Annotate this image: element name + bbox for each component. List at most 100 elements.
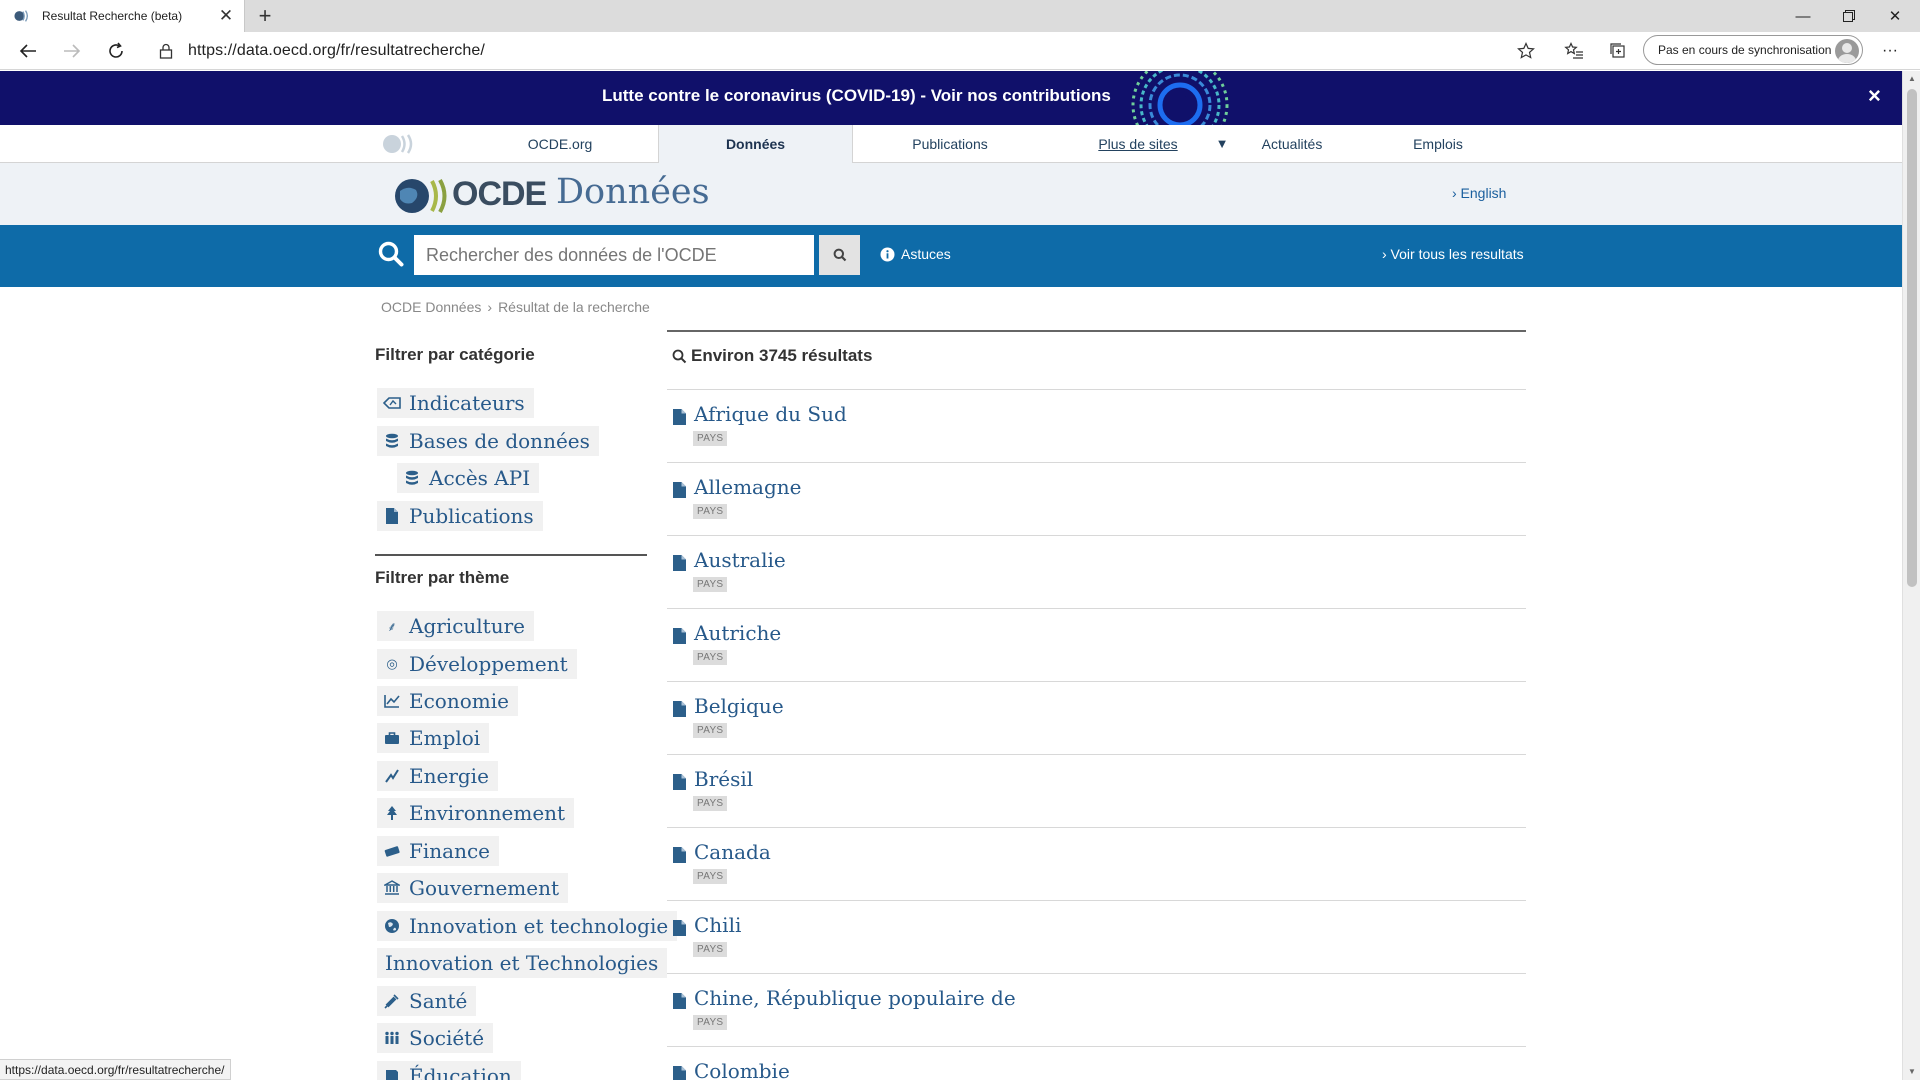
theme-societe-label: Société [409,1026,485,1050]
tips-label: Astuces [901,246,951,262]
theme-emploi[interactable]: Emploi [377,723,490,753]
oecd-mini-logo-icon[interactable] [380,125,420,163]
theme-societe[interactable]: Société [377,1023,494,1053]
document-icon [673,917,686,936]
globe-hands-icon: ◎ [386,656,398,672]
back-icon[interactable] [14,37,42,65]
address-bar: https://data.oecd.org/fr/resultatrecherc… [0,32,1920,70]
result-title-link[interactable]: Autriche [673,621,781,645]
document-icon [673,406,686,425]
theme-energie[interactable]: Energie [377,761,498,791]
new-tab-icon[interactable]: + [252,3,278,29]
result-title-link[interactable]: Afrique du Sud [673,402,847,426]
result-title-link[interactable]: Belgique [673,694,784,718]
scroll-down-arrow-icon[interactable]: ▼ [1903,1064,1920,1080]
nav-publications[interactable]: Publications [890,125,1010,163]
filter-acces-api[interactable]: Accès API [397,463,540,493]
search-icon [378,241,404,267]
result-title-link[interactable]: Canada [673,840,771,864]
search-input[interactable] [414,235,814,275]
oecd-globe-logo-icon[interactable] [394,177,454,215]
breadcrumb-root[interactable]: OCDE Données [381,299,481,315]
result-title: Autriche [694,621,782,645]
nav-actualites[interactable]: Actualités [1232,125,1352,163]
nav-donnees[interactable]: Données [658,125,853,164]
theme-finance[interactable]: Finance [377,836,499,866]
result-title-link[interactable]: Brésil [673,767,753,791]
english-language-link[interactable]: › English [1452,185,1506,201]
brand-header: OCDE Données › English [0,163,1902,225]
scrollbar-thumb[interactable] [1907,89,1917,587]
scroll-up-arrow-icon[interactable]: ▲ [1903,71,1920,87]
theme-sante[interactable]: Santé [377,986,477,1016]
result-type-badge: PAYS [693,869,728,884]
covid-banner-message[interactable]: Lutte contre le coronavirus (COVID-19) -… [602,86,1111,106]
restore-icon[interactable] [1826,0,1872,32]
close-window-icon[interactable]: ✕ [1872,0,1918,32]
collections-icon[interactable] [1604,37,1632,65]
tab-bar: Resultat Recherche (beta) ✕ + — ✕ [0,0,1920,32]
nav-plus-de-sites[interactable]: Plus de sites [1078,125,1198,163]
search-submit-button[interactable] [819,235,860,275]
profile-avatar-icon [1835,39,1859,63]
result-item: ColombiePAYS [667,1046,1526,1080]
lock-icon[interactable] [152,37,180,65]
all-results-link[interactable]: › Voir tous les resultats [1382,246,1524,262]
document-icon [673,552,686,571]
refresh-icon[interactable] [102,37,130,65]
theme-economie[interactable]: Economie [377,686,518,716]
sync-profile-button[interactable]: Pas en cours de synchronisation [1643,35,1863,65]
results-count: Environ 3745 résultats [672,346,872,366]
covid-banner[interactable]: Lutte contre le coronavirus (COVID-19) -… [0,71,1902,125]
theme-developpement[interactable]: ◎ Développement [377,649,577,679]
breadcrumb-separator: › [487,299,493,315]
info-icon [880,247,895,261]
result-type-badge: PAYS [693,577,728,592]
result-title-link[interactable]: Allemagne [673,475,801,499]
theme-innovation-et-technologies[interactable]: Innovation et Technologies [377,948,668,978]
theme-gouvernement-label: Gouvernement [409,876,560,900]
theme-finance-label: Finance [409,839,490,863]
filter-acces-api-label: Accès API [429,466,531,490]
nav-oecd-org[interactable]: OCDE.org [500,125,620,163]
top-navigation: OCDE.org Données Publications Plus de si… [0,125,1902,164]
theme-gouvernement[interactable]: Gouvernement [377,873,569,903]
theme-environnement[interactable]: Environnement [377,798,575,828]
theme-agriculture[interactable]: ⸙ Agriculture [377,611,534,641]
tips-link[interactable]: Astuces [880,246,951,262]
result-item: Canada PAYS [667,827,1526,900]
close-banner-icon[interactable]: × [1868,83,1881,109]
forward-icon[interactable] [58,37,86,65]
result-title: Brésil [694,767,754,791]
browser-tab[interactable]: Resultat Recherche (beta) ✕ [0,0,245,32]
document-icon [673,698,686,717]
favorite-star-icon[interactable] [1512,37,1540,65]
result-type-badge: PAYS [693,650,728,665]
result-item: Australie PAYS [667,535,1526,608]
theme-education[interactable]: Éducation [377,1061,521,1080]
close-tab-icon[interactable]: ✕ [218,6,234,26]
nav-emplois[interactable]: Emplois [1378,125,1498,163]
syringe-icon [383,992,401,1010]
brand-oecd-text[interactable]: OCDE [452,175,547,214]
result-title-link[interactable]: Colombie [673,1059,790,1080]
page-scrollbar[interactable]: ▲ ▼ [1902,71,1920,1080]
filter-bases-de-donnees[interactable]: Bases de données [377,426,599,456]
favorites-list-icon[interactable] [1560,37,1588,65]
theme-economie-label: Economie [409,689,509,713]
brand-donnees-text[interactable]: Données [556,172,710,212]
result-title-link[interactable]: Australie [673,548,786,572]
document-icon [673,625,686,644]
filter-bases-de-donnees-label: Bases de données [409,429,590,453]
money-icon [383,842,401,860]
filter-indicateurs[interactable]: Indicateurs [377,388,534,418]
dropdown-arrow-icon[interactable]: ▼ [1210,125,1234,163]
theme-innovation-et-technologie[interactable]: Innovation et technologie [377,911,678,941]
result-title: Allemagne [694,475,802,499]
result-title-link[interactable]: Chili [673,913,741,937]
url-text[interactable]: https://data.oecd.org/fr/resultatrecherc… [188,42,485,60]
filter-publications[interactable]: Publications [377,501,543,531]
result-title-link[interactable]: Chine, République populaire de [673,986,1016,1010]
minimize-icon[interactable]: — [1780,0,1826,32]
more-menu-icon[interactable]: ··· [1876,37,1904,65]
